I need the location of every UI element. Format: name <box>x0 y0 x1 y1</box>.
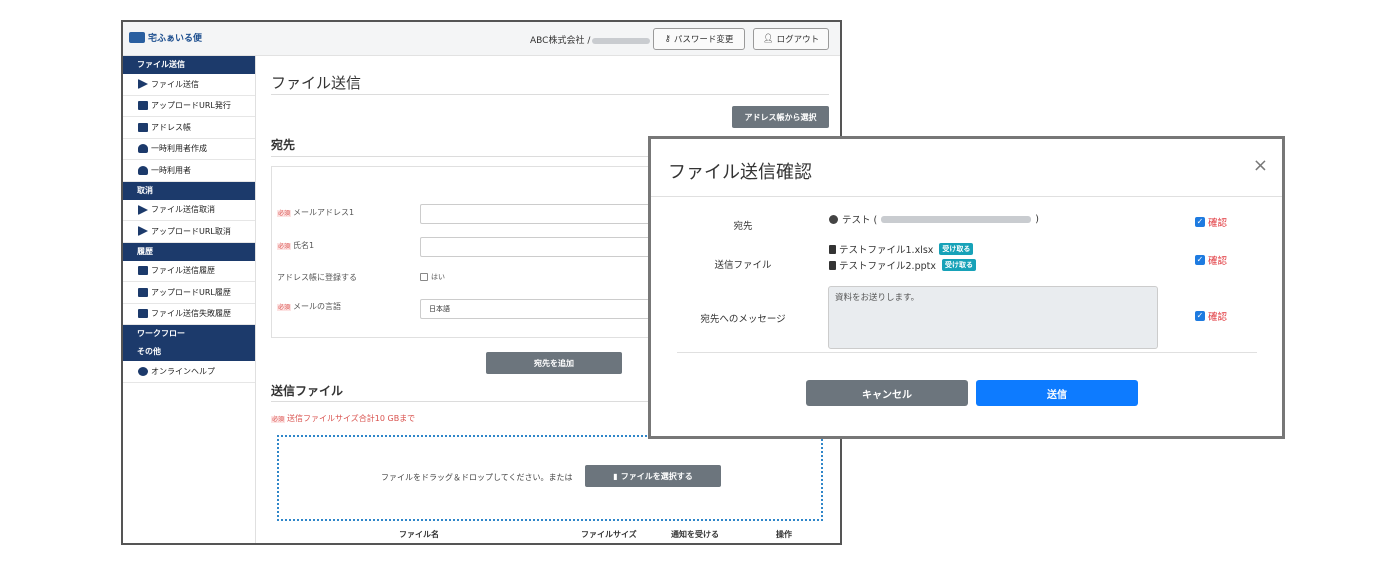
confirm-files-checkbox[interactable]: ✓ 確認 <box>1195 253 1227 267</box>
receive-badge: 受け取る <box>941 259 976 271</box>
cancel-button[interactable]: キャンセル <box>806 380 968 406</box>
sidebar-item-fail-history[interactable]: ファイル送信失敗履歴 <box>123 304 255 325</box>
sidebar-item-upload-cancel[interactable]: アップロードURL取消 <box>123 221 255 243</box>
col-action: 操作 <box>776 530 792 539</box>
page-title: ファイル送信 <box>271 74 362 92</box>
logo: 宅ふぁいる便 <box>129 31 202 44</box>
check-icon: ✓ <box>1195 255 1205 265</box>
file-icon <box>829 260 836 270</box>
password-change-button[interactable]: ⚷ パスワード変更 <box>653 28 745 50</box>
sidebar-item-temp-user-create[interactable]: 一時利用者作成 <box>123 139 255 160</box>
add-recipient-button[interactable]: 宛先を追加 <box>486 352 622 374</box>
send-cancel-icon <box>138 204 148 215</box>
sidebar-item-file-send[interactable]: ファイル送信 <box>123 74 255 96</box>
receive-badge: 受け取る <box>939 243 974 255</box>
file-item: テストファイル1.xlsx 受け取る <box>829 242 974 256</box>
upload-cancel-icon <box>138 226 148 237</box>
sidebar-item-send-history[interactable]: ファイル送信履歴 <box>123 261 255 282</box>
file-item: テストファイル2.pptx 受け取る <box>829 258 976 272</box>
divider <box>271 94 829 95</box>
confirm-recipient-checkbox[interactable]: ✓ 確認 <box>1195 215 1227 229</box>
name-label: 必須 氏名1 <box>277 241 315 250</box>
truck-icon <box>129 32 145 43</box>
email-label: 必須 メールアドレス1 <box>277 208 355 217</box>
sidebar-item-address-book[interactable]: アドレス帳 <box>123 117 255 139</box>
send-icon <box>138 79 148 90</box>
col-filesize: ファイルサイズ <box>581 530 637 539</box>
select-file-button[interactable]: ▮ ファイルを選択する <box>585 465 721 487</box>
files-heading: 送信ファイル <box>271 384 344 398</box>
file-icon <box>829 244 836 254</box>
sidebar-section-other: その他 <box>123 343 255 361</box>
top-bar: 宅ふぁいる便 ABC株式会社 / ⚷ パスワード変更 👤︎ ログアウト <box>123 22 840 56</box>
sidebar-item-online-help[interactable]: オンラインヘルプ <box>123 361 255 383</box>
sidebar-item-send-cancel[interactable]: ファイル送信取消 <box>123 200 255 221</box>
help-icon <box>138 366 148 376</box>
address-book-icon <box>138 122 148 132</box>
address-book-select-button[interactable]: アドレス帳から選択 <box>732 106 829 128</box>
files-label: 送信ファイル <box>714 260 772 271</box>
check-icon: ✓ <box>1195 311 1205 321</box>
divider <box>677 352 1257 353</box>
upload-history-icon <box>138 287 148 297</box>
message-label: 宛先へのメッセージ <box>700 314 786 325</box>
recipient-value: テスト () <box>829 212 1039 226</box>
checkbox-icon <box>420 273 428 281</box>
register-label: アドレス帳に登録する <box>277 273 357 282</box>
divider <box>651 196 1282 197</box>
user-icon <box>138 165 148 175</box>
fail-history-icon <box>138 309 148 319</box>
file-drop-zone[interactable]: ファイルをドラッグ＆ドロップしてください。または ▮ ファイルを選択する <box>277 435 823 521</box>
sidebar-item-upload-history[interactable]: アップロードURL履歴 <box>123 282 255 304</box>
send-button[interactable]: 送信 <box>976 380 1138 406</box>
sidebar-item-upload-url[interactable]: アップロードURL発行 <box>123 96 255 117</box>
recipient-label: 宛先 <box>733 221 753 232</box>
user-icon <box>829 214 838 224</box>
key-icon: ⚷ <box>664 34 671 44</box>
language-label: 必須 メールの言語 <box>277 302 342 311</box>
sidebar-item-temp-user[interactable]: 一時利用者 <box>123 160 255 182</box>
modal-title: ファイル送信確認 <box>668 162 812 183</box>
redacted-email <box>881 215 1032 223</box>
close-icon[interactable]: × <box>1253 155 1268 176</box>
redacted-username <box>592 37 651 44</box>
send-history-icon <box>138 266 148 276</box>
company-user: ABC株式会社 / <box>530 33 651 46</box>
sidebar: ファイル送信 ファイル送信 アップロードURL発行 アドレス帳 一時利用者作成 … <box>123 56 256 543</box>
col-notify: 通知を受ける <box>671 530 719 539</box>
drop-text: ファイルをドラッグ＆ドロップしてください。または <box>381 473 573 482</box>
register-checkbox[interactable]: はい <box>420 272 445 282</box>
sidebar-section-history: 履歴 <box>123 242 255 261</box>
recipient-heading: 宛先 <box>271 138 296 152</box>
check-icon: ✓ <box>1195 217 1205 227</box>
size-note: 必須 送信ファイルサイズ合計10 GBまで <box>271 414 416 423</box>
col-filename: ファイル名 <box>399 530 439 539</box>
confirm-message-checkbox[interactable]: ✓ 確認 <box>1195 309 1227 323</box>
logo-text: 宅ふぁいる便 <box>148 34 203 44</box>
user-icon: 👤︎ <box>762 34 774 44</box>
user-add-icon <box>138 144 148 154</box>
sidebar-section-send: ファイル送信 <box>123 56 255 74</box>
file-icon: ▮ <box>613 471 618 481</box>
message-box: 資料をお送りします。 <box>828 286 1158 349</box>
upload-url-icon <box>138 101 148 111</box>
sidebar-section-workflow[interactable]: ワークフロー <box>123 325 255 343</box>
logout-button[interactable]: 👤︎ ログアウト <box>753 28 829 50</box>
sidebar-section-cancel: 取消 <box>123 181 255 200</box>
send-confirm-modal: ファイル送信確認 × 宛先 テスト () ✓ 確認 送信ファイル テストファイル1… <box>648 136 1285 439</box>
